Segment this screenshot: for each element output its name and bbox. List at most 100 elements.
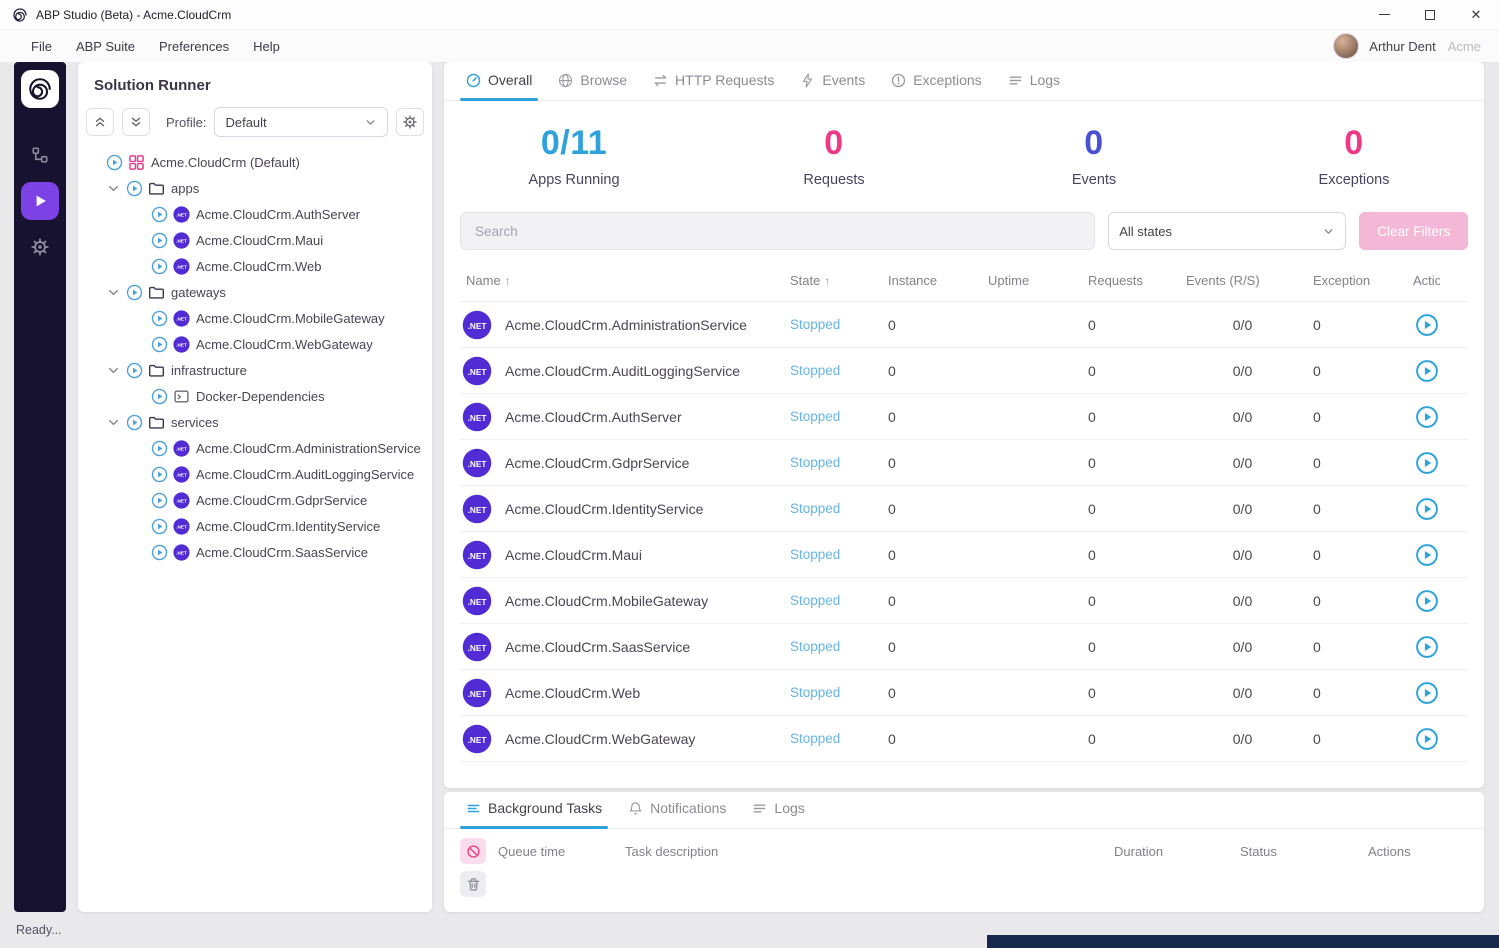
tree-group-row[interactable]: apps [82,175,428,201]
tree-item-row[interactable]: .NET Acme.CloudCrm.AdministrationService [82,435,428,461]
solution-explorer-button[interactable] [21,136,59,174]
play-circle-icon[interactable] [151,388,168,405]
chevron-down-icon[interactable] [106,415,121,430]
solution-runner-button[interactable] [21,182,59,220]
close-button[interactable]: ✕ [1453,0,1499,29]
tab[interactable]: Logs [742,800,814,828]
tab[interactable]: Overall [456,72,542,100]
tree-root-row[interactable]: Acme.CloudCrm (Default) [82,149,428,175]
tree-item-row[interactable]: .NET Acme.CloudCrm.WebGateway [82,331,428,357]
Acme.CloudCrm.GdprService[interactable]: .NETAcme.CloudCrm.GdprService Stopped 0 … [460,440,1468,486]
svg-text:.NET: .NET [468,368,487,377]
app-exceptions: 0 [1313,731,1413,747]
tab[interactable]: Events [790,72,875,100]
abp-logo-button[interactable] [21,70,59,108]
search-input[interactable] [460,212,1095,250]
Acme.CloudCrm.MobileGateway[interactable]: .NETAcme.CloudCrm.MobileGateway Stopped … [460,578,1468,624]
play-circle-icon[interactable] [126,284,143,301]
menu-item[interactable]: File [20,35,63,58]
tree-item-row[interactable]: .NET Acme.CloudCrm.SaasService [82,539,428,565]
clear-filters-button[interactable]: Clear Filters [1359,212,1468,250]
menu-item[interactable]: Help [242,35,291,58]
Acme.CloudCrm.WebGateway[interactable]: .NETAcme.CloudCrm.WebGateway Stopped 0 0… [460,716,1468,762]
play-circle-icon[interactable] [151,336,168,353]
expand-all-button[interactable] [122,108,150,136]
tree-item-row[interactable]: .NET Acme.CloudCrm.Maui [82,227,428,253]
play-circle-icon[interactable] [151,440,168,457]
tab[interactable]: Exceptions [881,72,991,100]
tree-item-row[interactable]: .NET Acme.CloudCrm.MobileGateway [82,305,428,331]
maximize-button[interactable] [1407,0,1453,29]
Acme.CloudCrm.AdministrationService[interactable]: .NETAcme.CloudCrm.AdministrationService … [460,302,1468,348]
cancel-tasks-button[interactable] [460,838,486,864]
tab[interactable]: Notifications [618,800,736,828]
start-app-button[interactable] [1415,681,1439,705]
play-circle-icon[interactable] [126,414,143,431]
statusbar: Ready... [0,912,1499,948]
tree-label: gateways [171,285,226,300]
tab[interactable]: HTTP Requests [643,72,784,100]
play-circle-icon[interactable] [106,154,123,171]
play-circle-icon[interactable] [151,258,168,275]
play-circle-icon[interactable] [151,466,168,483]
app-exceptions: 0 [1313,639,1413,655]
settings-button[interactable] [21,228,59,266]
clear-tasks-button[interactable] [460,871,486,897]
Acme.CloudCrm.Maui[interactable]: .NETAcme.CloudCrm.Maui Stopped 0 0 0/0 0 [460,532,1468,578]
start-app-button[interactable] [1415,589,1439,613]
tree-group-row[interactable]: gateways [82,279,428,305]
play-circle-icon[interactable] [126,180,143,197]
tree-group-row[interactable]: services [82,409,428,435]
start-app-button[interactable] [1415,635,1439,659]
chevron-down-icon[interactable] [106,181,121,196]
gear-icon [403,115,417,129]
Acme.CloudCrm.IdentityService[interactable]: .NETAcme.CloudCrm.IdentityService Stoppe… [460,486,1468,532]
tree-item-row[interactable]: .NET Acme.CloudCrm.Web [82,253,428,279]
tab[interactable]: Browse [548,72,637,100]
header-name[interactable]: Name↑ [460,273,790,288]
start-app-button[interactable] [1415,313,1439,337]
play-circle-icon[interactable] [126,362,143,379]
minimize-button[interactable] [1361,0,1407,29]
tree-group-row[interactable]: infrastructure [82,357,428,383]
Acme.CloudCrm.AuditLoggingService[interactable]: .NETAcme.CloudCrm.AuditLoggingService St… [460,348,1468,394]
app-requests: 0 [1088,363,1186,379]
chevron-down-icon[interactable] [106,285,121,300]
play-circle-icon[interactable] [151,232,168,249]
play-circle-icon[interactable] [151,310,168,327]
play-circle-icon[interactable] [151,492,168,509]
avatar[interactable] [1333,33,1359,59]
start-app-button[interactable] [1415,497,1439,521]
tree-label: services [171,415,219,430]
tree-item-row[interactable]: Docker-Dependencies [82,383,428,409]
tab[interactable]: Logs [998,72,1070,100]
tree-item-row[interactable]: .NET Acme.CloudCrm.AuthServer [82,201,428,227]
dotnet-icon: .NET [462,586,492,616]
state-filter-select[interactable]: All states [1108,212,1346,250]
tab[interactable]: Background Tasks [456,800,612,828]
start-app-button[interactable] [1415,405,1439,429]
menu-item[interactable]: Preferences [148,35,240,58]
app-instance: 0 [888,501,988,517]
header-state[interactable]: State↑ [790,273,888,288]
start-app-button[interactable] [1415,727,1439,751]
Acme.CloudCrm.SaasService[interactable]: .NETAcme.CloudCrm.SaasService Stopped 0 … [460,624,1468,670]
menu-item[interactable]: ABP Suite [65,35,146,58]
play-circle-icon[interactable] [151,544,168,561]
app-events: 0/0 [1186,455,1313,471]
Acme.CloudCrm.AuthServer[interactable]: .NETAcme.CloudCrm.AuthServer Stopped 0 0… [460,394,1468,440]
app-exceptions: 0 [1313,685,1413,701]
start-app-button[interactable] [1415,451,1439,475]
play-circle-icon[interactable] [151,206,168,223]
Acme.CloudCrm.Web[interactable]: .NETAcme.CloudCrm.Web Stopped 0 0 0/0 0 [460,670,1468,716]
profile-select[interactable]: Default [214,107,388,137]
start-app-button[interactable] [1415,359,1439,383]
tree-item-row[interactable]: .NET Acme.CloudCrm.GdprService [82,487,428,513]
chevron-down-icon[interactable] [106,363,121,378]
collapse-all-button[interactable] [86,108,114,136]
start-app-button[interactable] [1415,543,1439,567]
tree-item-row[interactable]: .NET Acme.CloudCrm.IdentityService [82,513,428,539]
tree-item-row[interactable]: .NET Acme.CloudCrm.AuditLoggingService [82,461,428,487]
play-circle-icon[interactable] [151,518,168,535]
runner-settings-button[interactable] [396,108,424,136]
